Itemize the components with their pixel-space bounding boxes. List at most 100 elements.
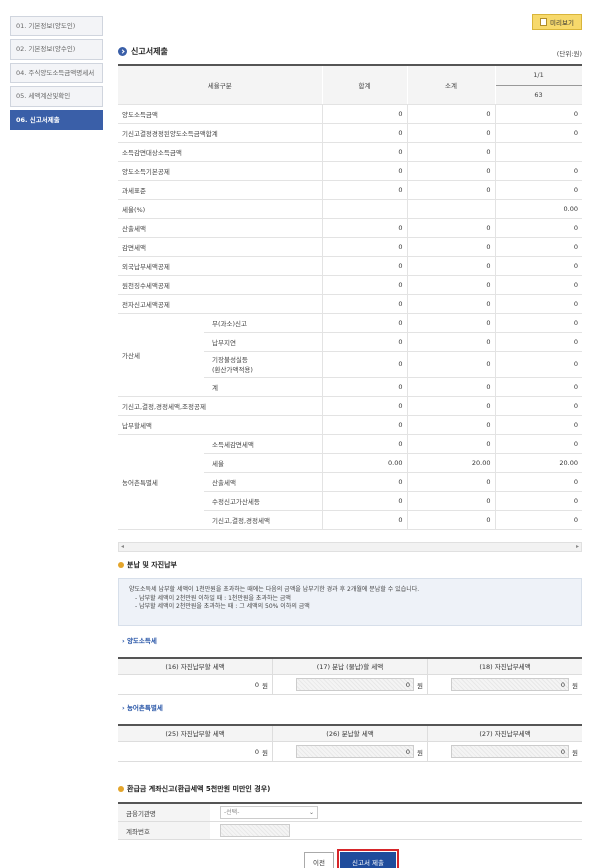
- scroll-left-icon[interactable]: ◂: [121, 543, 124, 550]
- table-row: 기신고결정경정된양도소득금액합계 0 0 0: [118, 123, 582, 143]
- cell-total: 0: [321, 472, 408, 492]
- cell-col: 0: [494, 294, 582, 314]
- document-icon: [540, 18, 548, 26]
- prev-button[interactable]: 이전: [304, 852, 334, 868]
- cell-subtotal: 0: [406, 396, 496, 416]
- table-row: 농어촌특별세 소득세감면세액 0 0 0: [118, 434, 582, 530]
- table-row: 기신고,결정,경정세액,조정공제 0 0 0: [118, 396, 582, 416]
- rural-tax-table: (25) 자진납부할 세액 (26) 분납할 세액 (27) 자진납부세액 0원…: [118, 724, 582, 762]
- cell-subtotal: 0: [406, 218, 496, 238]
- cell-col: 0: [494, 351, 582, 378]
- row-label: 기신고,결정,경정세액: [204, 510, 323, 530]
- cell-subtotal: 0: [406, 472, 496, 492]
- header-rate: 63: [495, 85, 582, 105]
- cell-col: 0: [494, 275, 582, 295]
- header-total: 합계: [322, 66, 408, 105]
- cell-subtotal: 0: [406, 510, 496, 530]
- cell-subtotal: 0: [406, 256, 496, 276]
- rural-installment-input[interactable]: 0: [296, 745, 415, 758]
- unit-won: 원: [262, 681, 268, 690]
- table-row: 납부할세액 0 0 0: [118, 415, 582, 435]
- cell-total: 0: [321, 142, 408, 162]
- transfer-installment-input[interactable]: 0: [296, 678, 415, 691]
- rural-tax-title-text: 농어촌특별세: [126, 704, 163, 712]
- submit-button[interactable]: 신고서 제출: [337, 849, 399, 868]
- cell-col: 0: [494, 472, 582, 492]
- sidebar-item-submit[interactable]: 06. 신고서제출: [10, 109, 103, 131]
- cell-col: 0: [494, 332, 582, 352]
- row-label: 과세표준: [118, 180, 323, 200]
- cell-col: 0: [494, 396, 582, 416]
- cell-col: 0: [494, 180, 582, 200]
- cell-subtotal: 0: [406, 161, 496, 181]
- chevron-right-icon: ›: [122, 704, 125, 712]
- tax-table: 세율구분 합계 소계 1/1 63 양도소득금액 0 0 0 기신고결정경정된양도소득금…: [118, 66, 582, 530]
- cell-subtotal: 0: [406, 377, 496, 397]
- sidebar-item-transferee[interactable]: 02. 기본정보(양수인): [10, 39, 103, 60]
- row-group-label: 가산세: [118, 313, 204, 397]
- cell-subtotal: 0: [406, 123, 496, 143]
- cell-subtotal: 0: [406, 104, 496, 124]
- row-label: 소득감면대상소득금액: [118, 142, 323, 162]
- cell-total: 0: [321, 294, 408, 314]
- cell-col: 0: [494, 415, 582, 435]
- transfer-tax-table: (16) 자진납부할 세액 (17) 분납 (물납)할 세액 (18) 자진납부…: [118, 657, 582, 695]
- chevron-right-icon: ›: [122, 637, 125, 645]
- transfer-header: (17) 분납 (물납)할 세액: [273, 659, 428, 674]
- row-label: 산출세액: [118, 218, 323, 238]
- table-body-rural: 농어촌특별세 소득세감면세액 0 0 0 세율 0.00 20.00 20.00 산출세액 0 0 0 수…: [118, 434, 582, 530]
- sidebar-item-tax-calc[interactable]: 05. 세액계산및확인: [10, 86, 103, 107]
- installment-title: 분납 및 자진납부: [118, 560, 177, 570]
- cell-col: 0: [494, 123, 582, 143]
- row-label: 산출세액: [204, 472, 323, 492]
- row-label-line: (환산가액적용): [212, 366, 253, 374]
- rural-header: (26) 분납할 세액: [273, 726, 428, 741]
- row-label: 양도소득기본공제: [118, 161, 323, 181]
- row-label: 감면세액: [118, 237, 323, 257]
- note-line: 양도소득세 납부할 세액이 1천만원을 초과하는 때에는 다음의 금액을 납부기…: [129, 586, 420, 593]
- rural-header: (27) 자진납부세액: [479, 730, 531, 738]
- preview-button[interactable]: 미리보기: [532, 14, 582, 30]
- cell-subtotal: 20.00: [406, 453, 496, 473]
- row-label: 외국납부세액공제: [118, 256, 323, 276]
- transfer-tax-title: › 양도소득세: [122, 635, 157, 645]
- cell-total: 0: [321, 104, 408, 124]
- cell-total: 0: [321, 434, 408, 454]
- section-title: 신고서제출: [118, 46, 168, 57]
- cell-col: 0: [494, 377, 582, 397]
- cell-subtotal: [406, 199, 496, 219]
- sidebar-item-stock-statement[interactable]: 04. 주식양도소득금액명세서: [10, 62, 103, 84]
- cell-subtotal: 0: [406, 237, 496, 257]
- table-body-penalty: 가산세 무(과소)신고 0 0 0 납부지연 0 0 0 기장불성실등 (환산가액적용) 0 0 0 계 0 0…: [118, 313, 582, 397]
- cell-col: 0: [494, 256, 582, 276]
- cell-total: 0: [321, 275, 408, 295]
- transfer-header: (18) 자진납부세액: [479, 663, 531, 671]
- sidebar: 01. 기본정보(양도인) 02. 기본정보(양수인) 04. 주식양도소득금액…: [10, 16, 103, 133]
- tax-table-wrapper[interactable]: 세율구분 합계 소계 1/1 63 양도소득금액 0 0 0 기신고결정경정된양도소득금…: [118, 64, 582, 550]
- transfer-self-paid-input[interactable]: 0: [451, 678, 570, 691]
- table-row: 양도소득기본공제 0 0 0: [118, 161, 582, 181]
- scroll-right-icon[interactable]: ▸: [576, 543, 579, 550]
- table-row: 감면세액 0 0 0: [118, 237, 582, 257]
- chevron-down-icon: ⌄: [308, 809, 314, 816]
- bank-select[interactable]: -선택- ⌄: [220, 806, 318, 819]
- rural-header: (25) 자진납부할 세액: [118, 726, 273, 741]
- installment-title-text: 분납 및 자진납부: [127, 561, 177, 569]
- rural-tax-title: › 농어촌특별세: [122, 702, 163, 712]
- table-row: 산출세액 0 0 0: [118, 218, 582, 238]
- refund-table: 금융기관명 -선택- ⌄ 계좌번호: [118, 802, 582, 840]
- horizontal-scrollbar[interactable]: ◂ ▸: [118, 542, 582, 552]
- cell-total: 0: [321, 351, 408, 378]
- row-label: 납부지연: [204, 332, 323, 352]
- row-label-line: 기장불성실등: [212, 356, 248, 364]
- unit-won: 원: [572, 681, 578, 690]
- cell-total: 0.00: [321, 453, 408, 473]
- table-row: 과세표준 0 0 0: [118, 180, 582, 200]
- cell-col: 0: [494, 237, 582, 257]
- account-number-input[interactable]: [220, 824, 290, 837]
- rural-self-paid-input[interactable]: 0: [451, 745, 570, 758]
- sidebar-item-transferor[interactable]: 01. 기본정보(양도인): [10, 16, 103, 37]
- bullet-icon: [118, 786, 124, 792]
- cell-col: 0: [494, 510, 582, 530]
- cell-col: 0.00: [494, 199, 582, 219]
